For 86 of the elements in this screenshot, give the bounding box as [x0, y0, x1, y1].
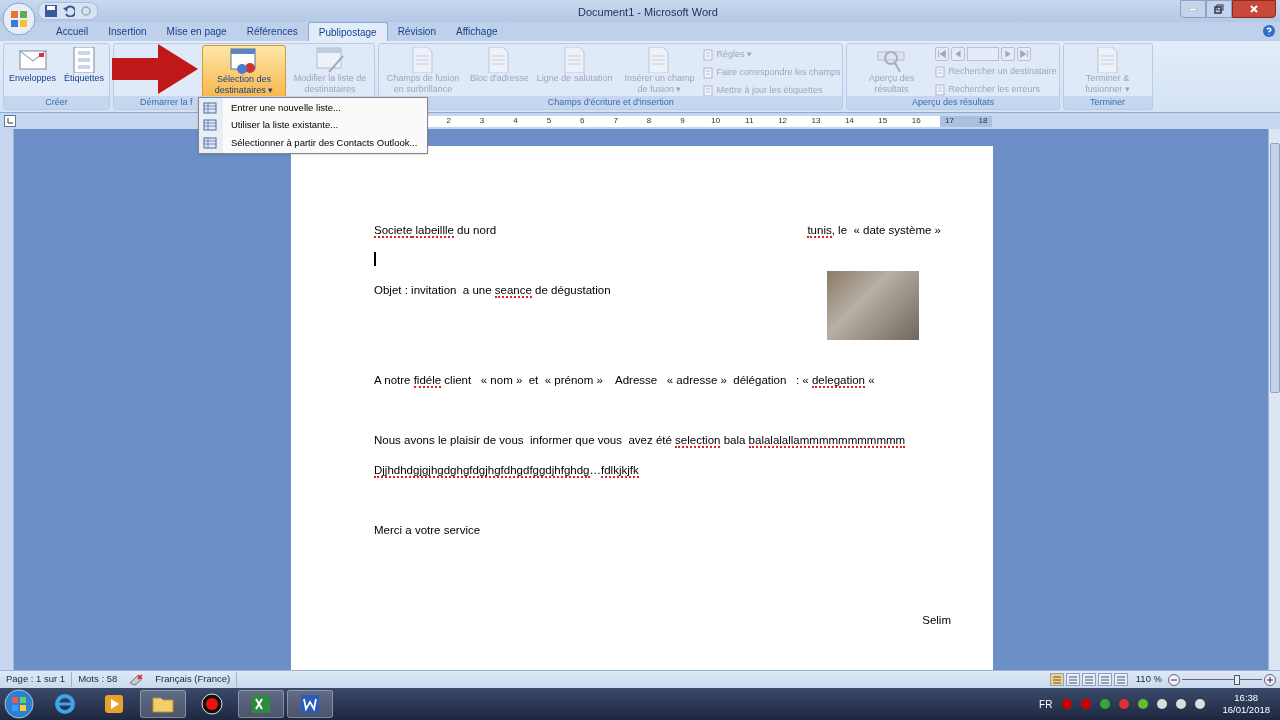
ruler-number: 5 [545, 115, 553, 127]
ruler-number: 11 [744, 115, 755, 127]
table-icon [203, 101, 217, 114]
table-icon [203, 119, 217, 132]
menu-item[interactable]: Sélectionner à partir des Contacts Outlook... [199, 134, 427, 152]
start-button-icon[interactable] [4, 689, 34, 719]
ruler-number: 12 [777, 115, 789, 127]
spelling-check-icon[interactable] [129, 673, 144, 686]
document-icon [935, 83, 946, 96]
slider-thumb[interactable] [1234, 674, 1241, 685]
browser-icon [53, 692, 77, 716]
help-icon[interactable] [1262, 24, 1276, 38]
ruler-number: 3 [478, 115, 486, 127]
text-line: tunis, le « date système » [807, 223, 941, 240]
ruler-number: 15 [877, 115, 889, 127]
ribbon-tab[interactable]: Accueil [46, 22, 99, 41]
window-title: Document1 - Microsoft Word [578, 5, 718, 20]
record-icon[interactable] [1081, 699, 1092, 709]
ribbon-tab[interactable]: Références [236, 22, 308, 41]
page-count: Page : 1 sur 1 [5, 672, 67, 687]
ruler-number: 16 [910, 115, 922, 127]
text-line: Djjhdhdgjgjhgdghgfdgjhgfdhgdfggdjhfghdg…fdlkjkjfk [374, 463, 640, 480]
zoom-slider[interactable] [1182, 673, 1262, 686]
text-line: Merci a votre service [374, 523, 482, 538]
text-line: Nous avons le plaisir de vous informer que vous avez été selection bala balalalallammmmmmmmmmm [374, 433, 907, 450]
play-icon [102, 692, 126, 716]
office-button-icon[interactable] [2, 2, 36, 36]
ribbon-tab[interactable]: Publipostage [307, 22, 388, 41]
zoom-in-icon[interactable] [1264, 673, 1276, 686]
menu-item[interactable]: Utiliser la liste existante... [199, 116, 427, 134]
undo-icon[interactable] [63, 5, 75, 17]
tab-selector-icon[interactable] [4, 115, 16, 127]
document-icon [703, 66, 714, 79]
ruler-number: 17 [944, 115, 955, 127]
group-label: Terminer [1063, 96, 1152, 109]
text-line: A notre fidéle client « nom » et « prénom » Adresse « adresse » délégation : « delegation « [374, 373, 876, 390]
word-count: Mots : 58 [71, 672, 124, 687]
group-label: Champs d'écriture et d'insertion [379, 96, 843, 109]
ruler-number: 4 [512, 115, 519, 127]
keyboard-language[interactable]: FR [1039, 696, 1053, 712]
close-icon [1250, 5, 1258, 13]
ruler-number: 8 [645, 115, 653, 127]
taskbar-app[interactable] [287, 690, 333, 718]
text-line: Selim [921, 613, 951, 628]
taskbar-app[interactable] [238, 690, 284, 718]
print-layout-icon[interactable] [1049, 673, 1064, 686]
language-indicator[interactable]: Français (France) [149, 672, 238, 687]
ribbon-tab[interactable]: Révision [387, 22, 446, 41]
record-icon[interactable] [1062, 699, 1073, 709]
ribbon-tab[interactable]: Mise en page [156, 22, 237, 41]
envelope-icon [18, 47, 47, 73]
ruler-number: 2 [445, 115, 452, 127]
close-button[interactable] [1232, 0, 1276, 18]
spreadsheet-icon [249, 692, 273, 716]
ruler-number: 6 [579, 115, 586, 127]
clock[interactable]: 16:38 16/01/2018 [1222, 692, 1270, 716]
ruler-number: 10 [710, 115, 722, 127]
record-icon [200, 692, 224, 716]
text-line: Objet : invitation a une seance de dégustation [374, 283, 612, 300]
group-label: Créer [4, 96, 110, 109]
ribbon-tab[interactable]: Insertion [98, 22, 157, 41]
ruler-number: 7 [612, 115, 619, 127]
text-cursor [374, 252, 376, 266]
calendar-edit-icon [316, 47, 345, 73]
ruler-number: 13 [810, 115, 822, 127]
zoom-level[interactable]: 110 % [1135, 672, 1162, 687]
save-icon[interactable] [45, 5, 57, 17]
calendar-people-icon [230, 48, 259, 74]
ruler-number: 9 [679, 115, 686, 127]
document-icon [703, 48, 714, 61]
restore-button[interactable] [1206, 0, 1232, 18]
ribbon-button[interactable]: Sélection des destinataires ▾ [202, 45, 287, 99]
ruler-number: 14 [843, 115, 855, 127]
ribbon-button[interactable]: Enveloppes [6, 45, 60, 99]
ruler-number: 18 [977, 115, 989, 127]
restore-icon [1214, 4, 1224, 14]
zoom-out-icon[interactable] [1168, 673, 1180, 686]
group-label: Aperçu des résultats [847, 96, 1059, 109]
word-document-icon [298, 692, 322, 716]
scrollbar-thumb[interactable] [1269, 143, 1280, 393]
text-line: Societe labeillle du nord [374, 223, 497, 240]
minimize-icon [1189, 7, 1197, 11]
contact-card-icon [203, 136, 217, 149]
document-icon [935, 65, 946, 78]
document-icon [703, 84, 714, 97]
ribbon-tab[interactable]: Affichage [446, 22, 508, 41]
